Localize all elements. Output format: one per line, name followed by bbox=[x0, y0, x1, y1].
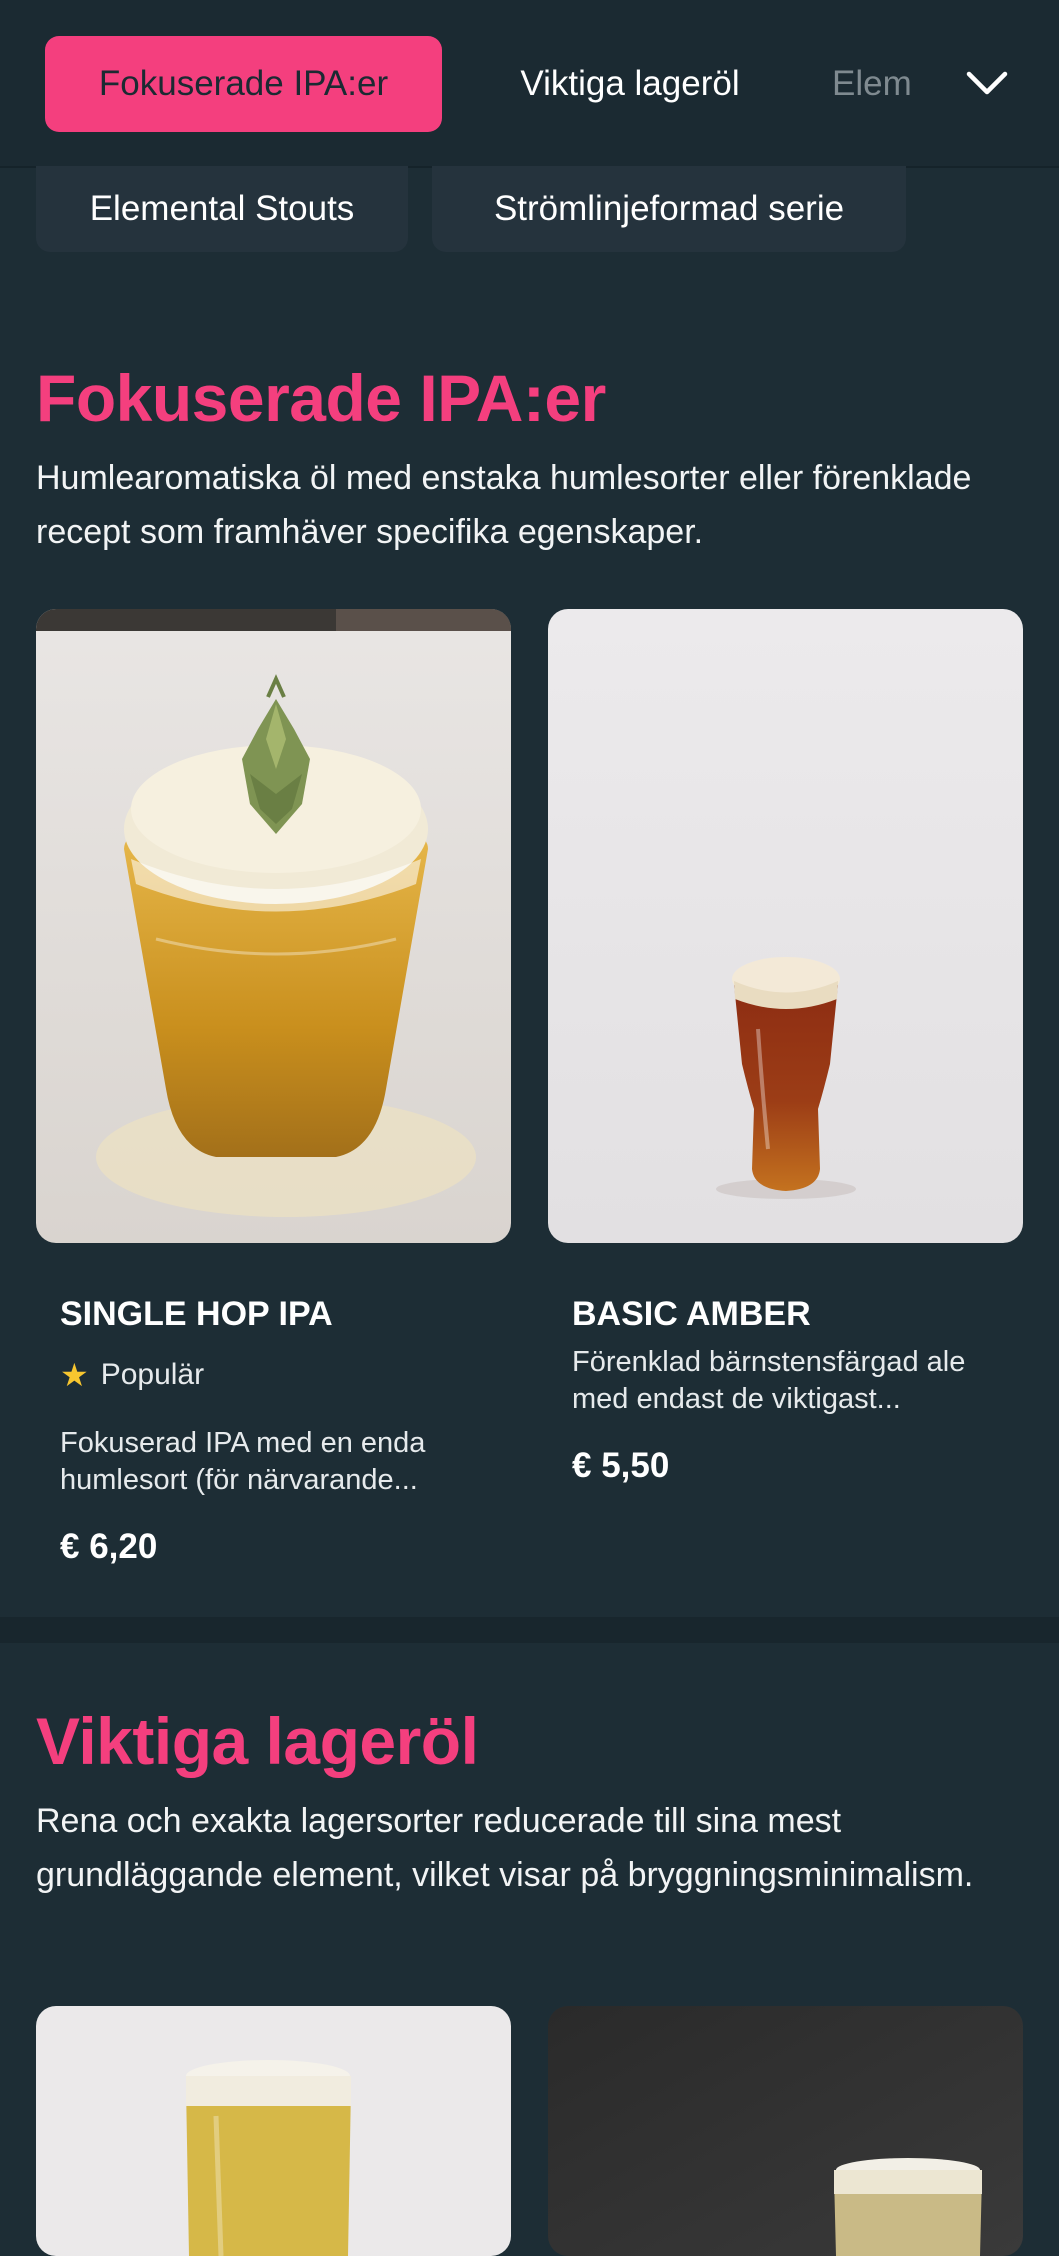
product-image-basic-amber[interactable] bbox=[548, 609, 1023, 1243]
product-image-lager-2[interactable] bbox=[548, 2006, 1023, 2256]
chevron-down-icon[interactable] bbox=[965, 62, 1009, 106]
category-overflow-list: Elemental Stouts Strömlinjeformad serie bbox=[0, 166, 1059, 252]
section-description: Humlearomatiska öl med enstaka humlesort… bbox=[36, 459, 972, 551]
section-title: Fokuserade IPA:er bbox=[36, 361, 606, 435]
tab-elemental-stouts[interactable]: Elemental Stouts bbox=[36, 166, 408, 252]
badge-label: Populär bbox=[100, 1358, 205, 1391]
star-icon: ★ bbox=[60, 1357, 89, 1393]
category-nav: Fokuserade IPA:er Viktiga lageröl Elem bbox=[0, 0, 1059, 168]
section-description: Rena och exakta lagersorter reducerade t… bbox=[36, 1802, 974, 1894]
product-image-single-hop-ipa[interactable] bbox=[36, 609, 511, 1243]
section-divider bbox=[0, 1617, 1059, 1643]
product-name[interactable]: SINGLE HOP IPA bbox=[60, 1295, 333, 1334]
status-badge: ★ Populär bbox=[60, 1356, 204, 1394]
tab-stromlinjeformad-serie[interactable]: Strömlinjeformad serie bbox=[432, 166, 906, 252]
product-image-lager-1[interactable] bbox=[36, 2006, 511, 2256]
tab-viktiga-lagerol[interactable]: Viktiga lageröl bbox=[475, 36, 785, 132]
product-description: Förenklad bärnstensfärgad ale med endast… bbox=[572, 1346, 966, 1415]
tab-fokuserade-ipaer[interactable]: Fokuserade IPA:er bbox=[45, 36, 442, 132]
product-price: € 5,50 bbox=[572, 1446, 670, 1485]
product-price: € 6,20 bbox=[60, 1527, 158, 1566]
tab-elemental-partial[interactable]: Elem bbox=[832, 36, 942, 132]
product-description: Fokuserad IPA med en enda humlesort (för… bbox=[60, 1427, 426, 1496]
product-name[interactable]: BASIC AMBER bbox=[572, 1295, 811, 1334]
section-title: Viktiga lageröl bbox=[36, 1704, 479, 1778]
